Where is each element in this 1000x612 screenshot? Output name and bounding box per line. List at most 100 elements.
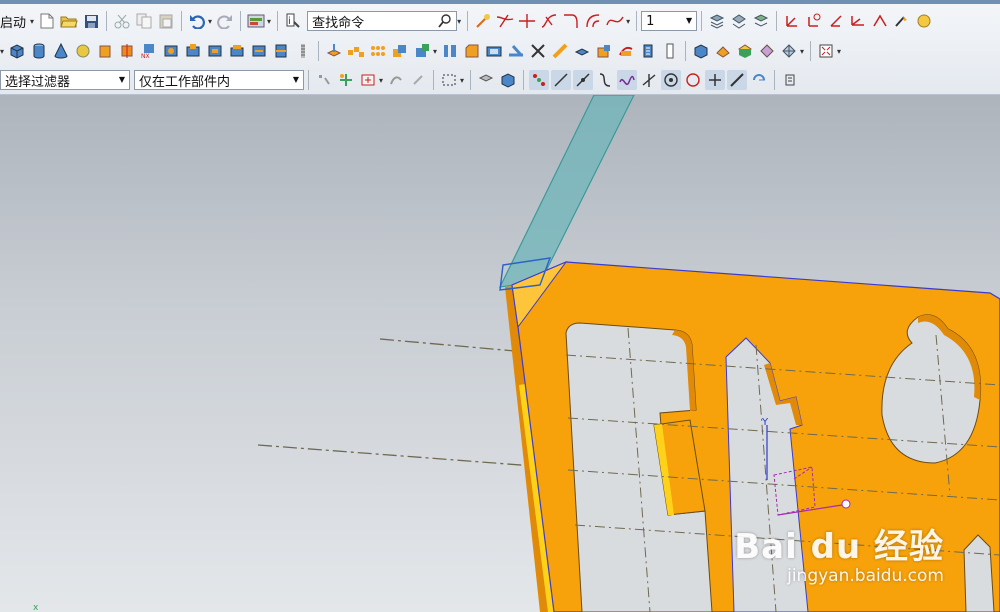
block-icon[interactable] [7,41,27,61]
cone-icon[interactable] [51,41,71,61]
snap-end-point-icon[interactable] [529,70,550,90]
shell-icon[interactable] [484,41,504,61]
snap-quadrant-icon[interactable] [683,70,703,90]
command-finder-icon[interactable] [246,11,266,31]
snap-intersection-icon[interactable] [639,70,659,90]
sphere-icon[interactable] [73,41,93,61]
patch-body-icon[interactable] [660,41,680,61]
fit-view-icon[interactable] [816,41,836,61]
information-icon[interactable]: i [283,11,303,31]
curve-tools-arrow-icon[interactable]: ▾ [626,17,630,26]
groove-icon[interactable] [271,41,291,61]
save-icon[interactable] [81,11,101,31]
fillet-curve-icon[interactable] [539,11,559,31]
snap-point-on-curve-icon[interactable] [617,70,638,90]
hole-icon[interactable] [161,41,181,61]
promote-body-icon[interactable] [713,41,733,61]
wcs-orient-icon[interactable] [848,11,868,31]
start-menu[interactable]: 启动 [0,12,26,31]
snap-bounded-grid-icon[interactable] [749,70,769,90]
thread-icon[interactable] [293,41,313,61]
spline-icon[interactable] [605,11,625,31]
extend-curve-icon[interactable] [517,11,537,31]
split-body-icon[interactable] [550,41,570,61]
make-corner-icon[interactable] [583,11,603,31]
corner-icon[interactable] [561,11,581,31]
revolve-icon[interactable] [117,41,137,61]
copy-to-layer-icon[interactable] [751,11,771,31]
search-icon[interactable] [438,14,452,32]
face-blend-icon[interactable] [735,41,755,61]
layer-settings-icon[interactable] [707,11,727,31]
wcs-save-icon[interactable] [892,11,912,31]
sync-modeling-arrow-icon[interactable]: ▾ [800,47,804,56]
general-selection-icon[interactable] [314,70,334,90]
wcs-dynamic-icon[interactable] [782,11,802,31]
open-folder-icon[interactable] [59,11,79,31]
scale-body-icon[interactable] [594,41,614,61]
combine-arrow-icon[interactable]: ▾ [433,47,437,56]
unite-icon[interactable] [390,41,410,61]
cylinder-icon[interactable] [29,41,49,61]
boss-icon[interactable] [183,41,203,61]
measure-icon[interactable] [914,11,934,31]
solid-body-select-icon[interactable] [476,70,496,90]
offset-face-icon[interactable] [572,41,592,61]
upgrade-selection-icon[interactable] [386,70,406,90]
trim-body-icon[interactable] [528,41,548,61]
new-file-icon[interactable] [37,11,57,31]
undo-icon[interactable] [187,11,207,31]
face-select-icon[interactable] [498,70,518,90]
intent-icon[interactable] [408,70,428,90]
command-search-input[interactable]: 查找命令 [307,11,458,32]
pattern-feature-icon[interactable] [346,41,366,61]
draft-icon[interactable] [506,41,526,61]
snap-control-point-icon[interactable] [573,70,594,90]
extract-geometry-icon[interactable] [691,41,711,61]
slot-icon[interactable] [249,41,269,61]
pocket-icon[interactable] [205,41,225,61]
search-options-arrow-icon[interactable]: ▾ [457,17,461,26]
extrude-icon[interactable] [95,41,115,61]
graphics-window[interactable]: Y x Bai du 经验 jingyan.baidu.com [0,95,1000,612]
edge-blend-icon[interactable] [440,41,460,61]
rectangle-select-icon[interactable] [439,70,459,90]
move-to-layer-icon[interactable] [729,11,749,31]
selection-filter-select[interactable]: 选择过滤器 ▼ [0,70,130,90]
paste-icon[interactable] [156,11,176,31]
bottom-right-slot[interactable] [963,534,995,612]
snap-curve-icon[interactable] [595,70,615,90]
view-options-arrow-icon[interactable]: ▾ [837,47,841,56]
redo-icon[interactable] [215,11,235,31]
copy-icon[interactable] [134,11,154,31]
pad-icon[interactable] [227,41,247,61]
feature-selection-icon[interactable] [336,70,356,90]
start-menu-arrow-icon[interactable]: ▾ [30,17,34,26]
work-layer-arrow-icon[interactable]: ▼ [686,16,692,25]
selection-region-icon[interactable] [358,70,378,90]
selection-region-arrow-icon[interactable]: ▾ [379,76,383,85]
rectangle-select-arrow-icon[interactable]: ▾ [460,76,464,85]
sketch-plane[interactable] [498,95,635,288]
selection-scope-arrow-icon[interactable]: ▼ [293,75,299,84]
feature-toolbar-arrow-icon[interactable]: ▾ [0,47,4,56]
wcs-display-icon[interactable] [870,11,890,31]
selection-scope-select[interactable]: 仅在工作部件内 ▼ [134,70,304,90]
subtract-icon[interactable] [412,41,432,61]
trim-curve-icon[interactable] [495,11,515,31]
wrap-geometry-icon[interactable] [616,41,636,61]
sew-icon[interactable] [638,41,658,61]
selection-priority-icon[interactable] [780,70,800,90]
command-finder-arrow-icon[interactable]: ▾ [267,17,271,26]
chamfer-icon[interactable] [462,41,482,61]
move-face-icon[interactable] [779,41,799,61]
snap-arc-center-icon[interactable] [661,70,682,90]
wcs-rotate-icon[interactable] [826,11,846,31]
cut-icon[interactable] [112,11,132,31]
undo-list-arrow-icon[interactable]: ▾ [208,17,212,26]
datum-plane-icon[interactable] [324,41,344,61]
pattern-array-icon[interactable] [368,41,388,61]
snap-point-on-face-icon[interactable] [727,70,748,90]
nx-feature-icon[interactable]: NX [139,41,159,61]
snap-existing-point-icon[interactable] [705,70,726,90]
